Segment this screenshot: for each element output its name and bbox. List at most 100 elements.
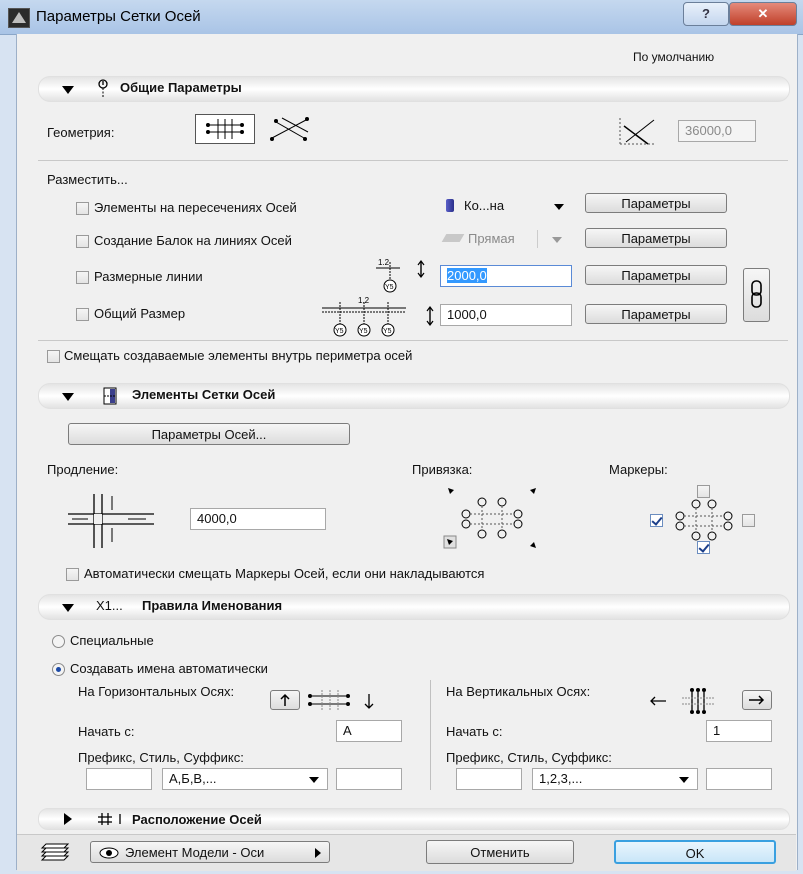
vertical-style-dropdown[interactable]: 1,2,3,...	[532, 768, 698, 790]
axis-params-button[interactable]: Параметры Осей...	[68, 423, 350, 445]
marker-top-checkbox[interactable]	[697, 485, 710, 498]
horizontal-start-label: Начать с:	[78, 724, 135, 739]
cancel-button[interactable]: Отменить	[426, 840, 574, 864]
beam-type-dropdown[interactable]: Прямая	[440, 228, 570, 250]
divider	[38, 340, 788, 341]
collapse-icon[interactable]	[62, 604, 74, 612]
vertical-axes-icon	[682, 688, 714, 714]
svg-text:Y5: Y5	[335, 328, 344, 335]
vertical-suffix-input[interactable]	[706, 768, 772, 790]
vertical-prefix-input[interactable]	[456, 768, 522, 790]
intersection-elements-label: Элементы на пересечениях Осей	[94, 200, 297, 215]
dropdown-value: Ко...на	[464, 198, 505, 213]
markers-label: Маркеры:	[609, 462, 668, 477]
marker-tag-label: Y5	[385, 284, 394, 291]
angle-icon	[619, 118, 655, 145]
intersection-params-button[interactable]: Параметры	[585, 193, 727, 213]
beams-label: Создание Балок на линиях Осей	[94, 233, 292, 248]
horizontal-pss-label: Префикс, Стиль, Суффикс:	[78, 750, 244, 765]
overall-dimension-params-button[interactable]: Параметры	[585, 304, 727, 324]
extension-label: Продление:	[47, 462, 119, 477]
ok-button[interactable]: OK	[614, 840, 776, 864]
vertical-axes-label: На Вертикальных Осях:	[446, 684, 591, 699]
svg-text:Y5: Y5	[383, 328, 392, 335]
collapse-icon[interactable]	[62, 86, 74, 94]
marker-left-checkbox[interactable]	[650, 514, 663, 527]
axis-layout-icon	[98, 813, 121, 825]
help-button[interactable]: ?	[683, 2, 729, 26]
overall-dimension-label: Общий Размер	[94, 306, 186, 321]
snap-label: Привязка:	[412, 462, 473, 477]
auto-names-radio[interactable]	[52, 663, 65, 676]
arrow-up-icon	[280, 693, 290, 706]
chevron-down-icon	[309, 777, 319, 783]
chevron-down-icon	[552, 237, 562, 243]
column-divider	[430, 680, 431, 790]
snap-icon	[443, 488, 536, 549]
divider	[38, 160, 788, 161]
beams-params-button[interactable]: Параметры	[585, 228, 727, 248]
marker-right-checkbox[interactable]	[742, 514, 755, 527]
vertical-order-right-button[interactable]	[742, 690, 772, 710]
arrow-down-icon	[364, 694, 374, 709]
model-element-label: Элемент Модели - Оси	[125, 845, 265, 860]
naming-prefix-icon: X1...	[96, 598, 123, 613]
beams-checkbox[interactable]	[76, 235, 89, 248]
default-label[interactable]: По умолчанию	[633, 50, 714, 64]
marker-bottom-checkbox[interactable]	[697, 541, 710, 554]
horizontal-axes-label: На Горизонтальных Осях:	[78, 684, 235, 699]
horizontal-suffix-input[interactable]	[336, 768, 402, 790]
place-label: Разместить...	[47, 172, 128, 187]
close-button[interactable]: ✕	[729, 2, 797, 26]
chevron-right-icon	[315, 848, 321, 858]
dimension-params-button[interactable]: Параметры	[585, 265, 727, 285]
auto-offset-markers-checkbox[interactable]	[66, 568, 79, 581]
horizontal-order-up-button[interactable]	[270, 690, 300, 710]
geometry-label: Геометрия:	[47, 125, 115, 140]
dimension-tag-label: 1.2	[378, 258, 390, 267]
dimension-line-icon: 1.2 Y5	[376, 258, 425, 293]
auto-offset-markers-label: Автоматически смещать Маркеры Осей, если…	[84, 566, 485, 581]
angle-input[interactable]: 36000,0	[678, 120, 756, 142]
dropdown-value: Прямая	[468, 231, 515, 246]
extension-input[interactable]: 4000,0	[190, 508, 326, 530]
layers-icon	[40, 843, 70, 861]
eye-icon	[99, 847, 119, 859]
grid-element-icon	[103, 387, 117, 405]
dimension-lines-input[interactable]: 2000,0	[440, 265, 572, 287]
section-axis-layout-title: Расположение Осей	[132, 812, 262, 827]
intersection-elements-checkbox[interactable]	[76, 202, 89, 215]
model-element-popup[interactable]: Элемент Модели - Оси	[90, 841, 330, 863]
svg-text:Y5: Y5	[359, 328, 368, 335]
collapse-icon[interactable]	[62, 393, 74, 401]
vertical-start-label: Начать с:	[446, 724, 503, 739]
vertical-start-input[interactable]: 1	[706, 720, 772, 742]
offset-inside-checkbox[interactable]	[47, 350, 60, 363]
intersection-elements-dropdown[interactable]: Ко...на	[440, 195, 570, 217]
dimension-lines-checkbox[interactable]	[76, 271, 89, 284]
horizontal-start-input[interactable]: А	[336, 720, 402, 742]
special-names-radio[interactable]	[52, 635, 65, 648]
chain-link-icon	[751, 280, 762, 308]
window-title: Параметры Сетки Осей	[36, 8, 201, 25]
horizontal-style-dropdown[interactable]: А,Б,В,...	[162, 768, 328, 790]
horizontal-prefix-input[interactable]	[86, 768, 152, 790]
offset-inside-label: Смещать создаваемые элементы внутрь пери…	[64, 348, 413, 363]
polar-grid-icon[interactable]	[268, 114, 312, 144]
overall-dimension-checkbox[interactable]	[76, 308, 89, 321]
arrow-left-icon	[650, 696, 666, 706]
special-names-label: Специальные	[70, 633, 154, 648]
selected-text: 2000,0	[447, 268, 487, 283]
rectangular-grid-icon	[206, 119, 244, 139]
dropdown-value: А,Б,В,...	[169, 771, 217, 786]
vertical-pss-label: Префикс, Стиль, Суффикс:	[446, 750, 612, 765]
chevron-down-icon	[554, 204, 564, 210]
expand-icon[interactable]	[64, 813, 72, 825]
section-general-title: Общие Параметры	[120, 80, 242, 95]
section-grid-elements-title: Элементы Сетки Осей	[132, 387, 276, 402]
chevron-down-icon	[679, 777, 689, 783]
auto-names-label: Создавать имена автоматически	[70, 661, 268, 676]
rectangular-grid-button[interactable]	[195, 114, 255, 144]
overall-dimension-input[interactable]: 1000,0	[440, 304, 572, 326]
link-toggle-button[interactable]	[743, 268, 770, 322]
